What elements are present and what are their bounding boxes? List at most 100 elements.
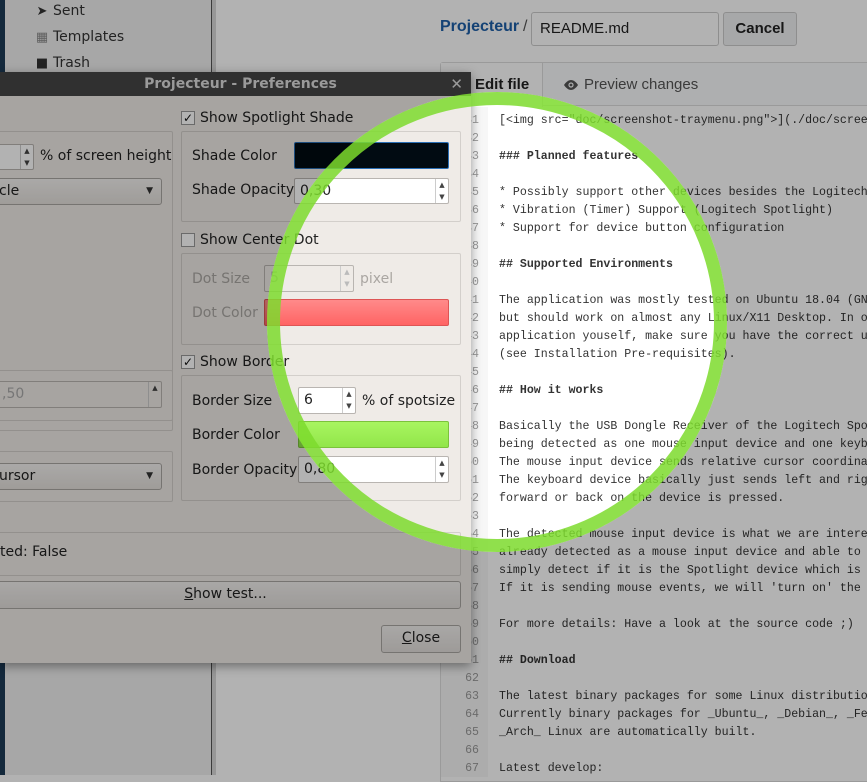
tab-label: Preview changes [584, 76, 699, 93]
dialog-title: Projecteur - Preferences [0, 72, 471, 96]
code-line[interactable]: * Vibration (Timer) Support (Logitech Sp… [499, 202, 833, 220]
code-line[interactable]: For more details: Have a look at the sou… [499, 616, 854, 634]
code-line[interactable]: already detected as a mouse input device… [499, 544, 861, 562]
sidebar-item-label: Trash [53, 55, 90, 71]
spinbox-value: 0,30 [300, 183, 332, 199]
show-test-button[interactable]: Show test... [0, 581, 461, 609]
checkmark-icon: ✓ [181, 111, 195, 125]
dot-color-button[interactable] [264, 299, 449, 326]
code-line[interactable]: forward or back on the device is pressed… [499, 490, 784, 508]
trash-icon: ■ [35, 55, 49, 71]
checkbox-box [181, 233, 195, 247]
code-line[interactable]: * Support for device button configuratio… [499, 220, 784, 238]
show-shade-checkbox[interactable]: ✓ Show Spotlight Shade [181, 110, 353, 126]
filename-input[interactable]: README.md [531, 12, 719, 46]
border-color-label: Border Color [192, 427, 280, 443]
spinbox-value: 0,80 [304, 461, 336, 477]
sidebar-item-sent[interactable]: ➤ Sent [35, 3, 85, 19]
line-number: 67 [465, 762, 479, 775]
code-line[interactable]: The mouse input device sends relative cu… [499, 454, 867, 472]
device-status: ted: False [0, 544, 68, 560]
disabled-spinbox[interactable]: ,50 ▲ [0, 381, 162, 408]
code-line[interactable]: _Arch_ Linux are automatically built. [499, 724, 756, 742]
border-opacity-spinbox[interactable]: 0,80 ▲ ▼ [298, 456, 449, 483]
spin-arrows-icon[interactable]: ▲ ▼ [435, 179, 448, 203]
spinbox-value: ,50 [2, 386, 25, 402]
mnemonic: S [184, 586, 194, 602]
spin-arrows-icon[interactable]: ▲ ▼ [340, 266, 353, 291]
dropdown-arrow-icon: ▼ [146, 471, 153, 481]
code-line[interactable]: ## Download [499, 652, 576, 670]
code-line[interactable]: application youself, make sure you have … [499, 328, 867, 346]
code-line[interactable]: (see Installation Pre-requisites). [499, 346, 736, 364]
line-number: 65 [465, 726, 479, 739]
code-line[interactable]: [<img src="doc/screenshot-traymenu.png">… [499, 112, 867, 130]
code-line[interactable]: but should work on almost any Linux/X11 … [499, 310, 867, 328]
checkmark-icon: ✓ [181, 355, 195, 369]
spinbox-value: 6 [304, 392, 313, 408]
dropdown-arrow-icon: ▼ [146, 186, 153, 196]
code-line[interactable]: simply detect if it is the Spotlight dev… [499, 562, 861, 580]
border-opacity-label: Border Opacity [192, 462, 298, 478]
line-number: 66 [465, 744, 479, 757]
shape-combo[interactable]: cle ▼ [0, 178, 162, 205]
spot-size-unit: % of screen height [40, 148, 172, 164]
dot-size-unit: pixel [360, 271, 394, 287]
spin-arrows-icon[interactable]: ▲ [148, 382, 161, 407]
code-line[interactable]: The application was mostly tested on Ubu… [499, 292, 867, 310]
close-icon[interactable]: ✕ [450, 72, 463, 96]
cursor-combo[interactable]: ursor ▼ [0, 463, 162, 490]
line-number: 62 [465, 672, 479, 685]
border-size-spinbox[interactable]: 6 ▲ ▼ [298, 387, 356, 414]
spin-arrows-icon[interactable]: ▲ ▼ [20, 145, 33, 169]
eye-icon [564, 80, 578, 90]
show-dot-checkbox[interactable]: Show Center Dot [181, 232, 319, 248]
border-size-label: Border Size [192, 393, 273, 409]
mnemonic: C [401, 630, 412, 646]
code-line[interactable]: ## Supported Environments [499, 256, 673, 274]
path-separator: / [523, 18, 528, 35]
checkbox-label: Show Border [200, 354, 290, 370]
spin-arrows-icon[interactable]: ▲ ▼ [435, 457, 448, 482]
combo-value: cle [0, 183, 20, 199]
tab-preview-changes[interactable]: Preview changes [563, 63, 698, 107]
border-size-unit: % of spotsize [362, 393, 456, 409]
close-button[interactable]: Close [381, 625, 461, 653]
line-number: 64 [465, 708, 479, 721]
shade-opacity-spinbox[interactable]: 0,30 ▲ ▼ [294, 178, 449, 204]
code-line[interactable]: ### Planned features [499, 148, 638, 166]
show-border-checkbox[interactable]: ✓ Show Border [181, 354, 289, 370]
spin-arrows-icon[interactable]: ▲ ▼ [342, 388, 355, 413]
sidebar-item-templates[interactable]: ▦ Templates [35, 29, 124, 45]
code-line[interactable]: being detected as one mouse input device… [499, 436, 867, 454]
templates-icon: ▦ [35, 29, 49, 45]
sidebar-item-label: Sent [53, 3, 85, 19]
code-line[interactable]: Latest develop: [499, 760, 603, 778]
code-line[interactable]: Basically the USB Dongle Receiver of the… [499, 418, 867, 436]
dot-color-label: Dot Color [192, 305, 258, 321]
combo-value: ursor [0, 468, 36, 484]
code-line[interactable]: ## How it works [499, 382, 603, 400]
button-label: lose [411, 630, 441, 646]
spinbox-value: 5 [270, 270, 279, 286]
cancel-button[interactable]: Cancel [723, 12, 797, 46]
border-color-button[interactable] [298, 421, 449, 448]
code-line[interactable]: The detected mouse input device is what … [499, 526, 867, 544]
shade-color-button[interactable] [294, 142, 449, 169]
code-line[interactable]: The latest binary packages for some Linu… [499, 688, 867, 706]
send-icon: ➤ [36, 3, 48, 19]
status-group [0, 532, 461, 576]
code-line[interactable]: The keyboard device basically just sends… [499, 472, 867, 490]
dot-size-label: Dot Size [192, 271, 251, 287]
dot-size-spinbox[interactable]: 5 ▲ ▼ [264, 265, 354, 292]
repo-link[interactable]: Projecteur [440, 18, 519, 36]
line-number: 63 [465, 690, 479, 703]
code-line[interactable]: Currently binary packages for _Ubuntu_, … [499, 706, 867, 724]
code-line[interactable]: If it is sending mouse events, we will '… [499, 580, 861, 598]
spot-size-spinbox[interactable]: ▲ ▼ [0, 144, 34, 170]
sidebar-item-trash[interactable]: ■ Trash [35, 55, 90, 71]
code-line[interactable]: * Possibly support other devices besides… [499, 184, 867, 202]
sidebar-item-label: Templates [53, 29, 125, 45]
button-label: how test... [193, 586, 267, 602]
shade-opacity-label: Shade Opacity [192, 182, 295, 198]
